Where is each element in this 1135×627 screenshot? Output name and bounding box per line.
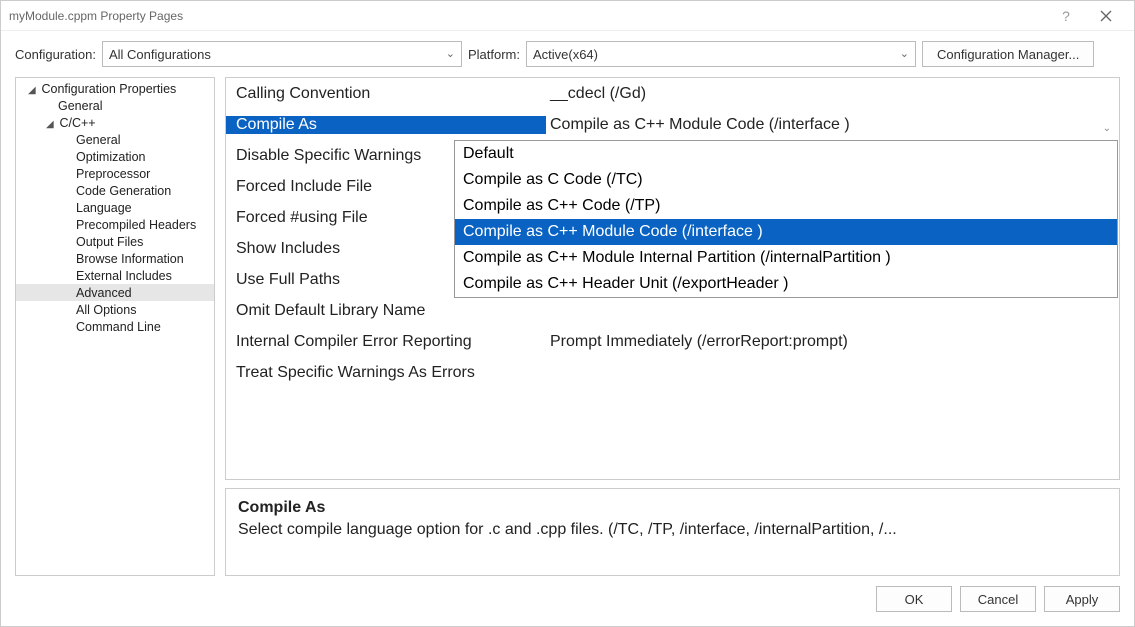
expander-icon: ◢ [28, 85, 38, 96]
prop-label: Calling Convention [226, 85, 546, 103]
property-grid[interactable]: Calling Convention__cdecl (/Gd)Compile A… [225, 77, 1120, 480]
property-pages-dialog: myModule.cppm Property Pages ? Configura… [0, 0, 1135, 627]
window-title: myModule.cppm Property Pages [9, 9, 1046, 23]
tree-item-external-includes[interactable]: External Includes [16, 267, 214, 284]
chevron-down-icon: ⌄ [446, 47, 455, 60]
prop-row[interactable]: Compile AsCompile as C++ Module Code (/i… [226, 109, 1119, 140]
dropdown-option[interactable]: Default [455, 141, 1117, 167]
config-toolbar: Configuration: All Configurations ⌄ Plat… [1, 31, 1134, 77]
prop-value[interactable]: Prompt Immediately (/errorReport:prompt) [546, 333, 1119, 351]
configuration-value: All Configurations [109, 47, 211, 62]
dialog-body: ◢ Configuration Properties General ◢ C/C… [1, 77, 1134, 576]
platform-combo[interactable]: Active(x64) ⌄ [526, 41, 916, 67]
tree-item-code-generation[interactable]: Code Generation [16, 182, 214, 199]
dialog-footer: OK Cancel Apply [1, 576, 1134, 626]
description-text: Select compile language option for .c an… [238, 521, 1107, 539]
prop-row[interactable]: Internal Compiler Error ReportingPrompt … [226, 326, 1119, 357]
prop-label: Compile As [226, 116, 546, 134]
tree-ccpp[interactable]: ◢ C/C++ [16, 114, 214, 131]
nav-tree[interactable]: ◢ Configuration Properties General ◢ C/C… [15, 77, 215, 576]
tree-item-all-options[interactable]: All Options [16, 301, 214, 318]
tree-item-general[interactable]: General [16, 131, 214, 148]
prop-row[interactable]: Omit Default Library Name [226, 295, 1119, 326]
tree-item-command-line[interactable]: Command Line [16, 318, 214, 335]
tree-item-browse-information[interactable]: Browse Information [16, 250, 214, 267]
tree-item-language[interactable]: Language [16, 199, 214, 216]
prop-value[interactable]: Compile as C++ Module Code (/interface )… [546, 116, 1119, 134]
configuration-manager-button[interactable]: Configuration Manager... [922, 41, 1094, 67]
prop-label: Internal Compiler Error Reporting [226, 333, 546, 351]
prop-label: Treat Specific Warnings As Errors [226, 364, 546, 382]
prop-row[interactable]: Calling Convention__cdecl (/Gd) [226, 78, 1119, 109]
dropdown-option[interactable]: Compile as C++ Module Code (/interface ) [455, 219, 1117, 245]
platform-label: Platform: [468, 47, 520, 62]
description-title: Compile As [238, 499, 1107, 517]
dropdown-option[interactable]: Compile as C Code (/TC) [455, 167, 1117, 193]
tree-general[interactable]: General [16, 97, 214, 114]
compile-as-dropdown[interactable]: DefaultCompile as C Code (/TC)Compile as… [454, 140, 1118, 298]
chevron-down-icon: ⌄ [1103, 123, 1111, 134]
expander-icon: ◢ [46, 119, 56, 130]
tree-item-optimization[interactable]: Optimization [16, 148, 214, 165]
description-panel: Compile As Select compile language optio… [225, 488, 1120, 576]
main-panel: Calling Convention__cdecl (/Gd)Compile A… [225, 77, 1120, 576]
cancel-button[interactable]: Cancel [960, 586, 1036, 612]
titlebar: myModule.cppm Property Pages ? [1, 1, 1134, 31]
dropdown-option[interactable]: Compile as C++ Module Internal Partition… [455, 245, 1117, 271]
dropdown-option[interactable]: Compile as C++ Header Unit (/exportHeade… [455, 271, 1117, 297]
prop-row[interactable]: Treat Specific Warnings As Errors [226, 357, 1119, 388]
apply-button[interactable]: Apply [1044, 586, 1120, 612]
tree-item-advanced[interactable]: Advanced [16, 284, 214, 301]
tree-item-output-files[interactable]: Output Files [16, 233, 214, 250]
chevron-down-icon: ⌄ [900, 47, 909, 60]
close-button[interactable] [1086, 2, 1126, 30]
close-icon [1100, 10, 1112, 22]
prop-label: Omit Default Library Name [226, 302, 546, 320]
configuration-label: Configuration: [15, 47, 96, 62]
dropdown-option[interactable]: Compile as C++ Code (/TP) [455, 193, 1117, 219]
tree-item-precompiled-headers[interactable]: Precompiled Headers [16, 216, 214, 233]
help-button[interactable]: ? [1046, 2, 1086, 30]
ok-button[interactable]: OK [876, 586, 952, 612]
tree-item-preprocessor[interactable]: Preprocessor [16, 165, 214, 182]
tree-root[interactable]: ◢ Configuration Properties [16, 80, 214, 97]
platform-value: Active(x64) [533, 47, 598, 62]
prop-value[interactable]: __cdecl (/Gd) [546, 85, 1119, 103]
configuration-combo[interactable]: All Configurations ⌄ [102, 41, 462, 67]
